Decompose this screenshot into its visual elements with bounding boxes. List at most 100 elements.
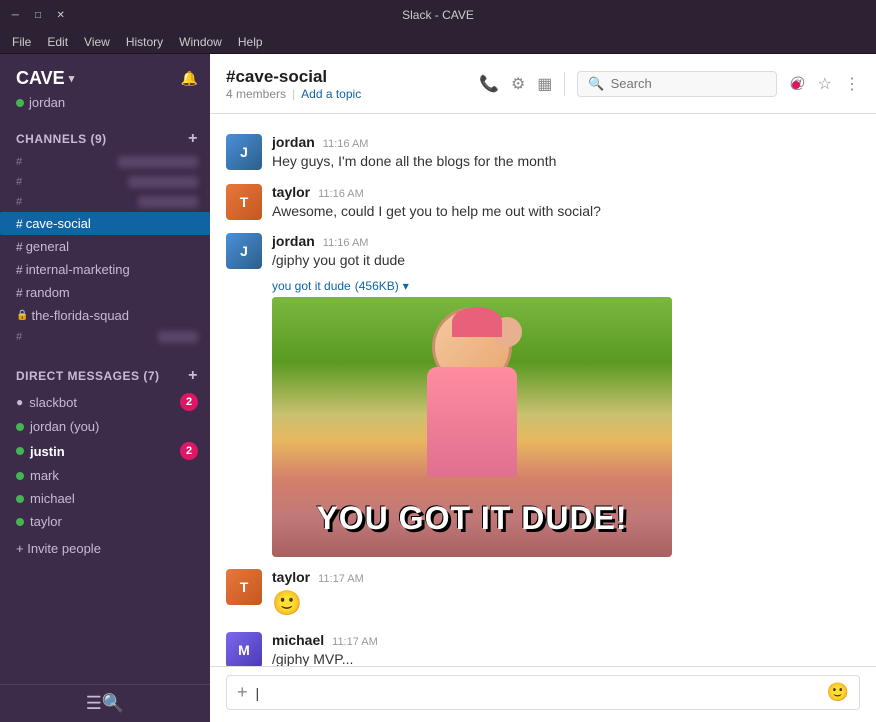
unread-badge: 2 [180,442,198,460]
message-author: taylor [272,569,310,585]
add-dm-button[interactable]: + [188,367,198,385]
avatar: T [226,184,262,220]
sidebar: CAVE ▾ 🔔 jordan CHANNELS (9) + # # [0,54,210,722]
bell-icon[interactable]: 🔔 [181,70,198,87]
search-bar[interactable]: 🔍 [577,71,777,97]
gif-label[interactable]: you got it dude (456KB) ▾ [272,279,860,293]
titlebar: ─ □ ✕ Slack - CAVE [0,0,876,30]
dm-name: taylor [30,514,62,529]
search-icon: 🔍 [588,76,604,92]
messages-area: J jordan 11:16 AM Hey guys, I'm done all… [210,114,876,666]
channel-meta: 4 members | Add a topic [226,87,467,101]
avatar: M [226,632,262,666]
menu-help[interactable]: Help [230,33,271,51]
gif-dropdown-icon[interactable]: ▾ [403,279,409,293]
mention-button[interactable]: @ [789,75,805,93]
message-row: J jordan 11:16 AM Hey guys, I'm done all… [210,130,876,176]
dm-name: michael [30,491,75,506]
menu-view[interactable]: View [76,33,118,51]
message-author: michael [272,632,324,648]
blurred-channel [118,156,198,168]
avatar: J [226,134,262,170]
dm-label: DIRECT MESSAGES (7) [16,369,160,383]
add-attachment-button[interactable]: + [237,682,248,703]
online-dot [16,495,24,503]
app-body: CAVE ▾ 🔔 jordan CHANNELS (9) + # # [0,54,876,722]
settings-icon[interactable]: ⚙ [511,74,525,94]
message-input[interactable] [256,685,819,701]
dm-michael[interactable]: michael [0,487,210,510]
notification-dot [792,81,800,89]
invite-people-link[interactable]: + Invite people [0,533,210,564]
menu-edit[interactable]: Edit [39,33,76,51]
message-time: 11:16 AM [323,237,369,249]
list-item[interactable]: # [0,172,210,192]
dm-jordan[interactable]: jordan (you) [0,415,210,438]
channel-name: cave-social [26,216,91,231]
channel-list: # # # # cave-social # general [0,152,210,351]
dm-justin[interactable]: justin 2 [0,438,210,464]
channel-title-area: #cave-social 4 members | Add a topic [226,67,467,101]
sidebar-search-icon[interactable]: ☰🔍 [86,693,125,714]
star-icon[interactable]: ☆ [818,74,832,94]
blurred-channel [128,176,198,188]
message-row: T taylor 11:17 AM 🙂 [210,565,876,625]
dm-name: slackbot [29,395,77,410]
message-author: jordan [272,134,315,150]
list-item[interactable]: # [0,327,210,347]
online-dot [16,423,24,431]
emoji-picker-button[interactable]: 🙂 [827,682,849,703]
sidebar-item-internal-marketing[interactable]: # internal-marketing [0,258,210,281]
hash-icon: # [16,286,23,300]
message-body: taylor 11:16 AM Awesome, could I get you… [272,184,860,222]
workspace-name[interactable]: CAVE ▾ [16,68,74,89]
add-topic-link[interactable]: Add a topic [301,87,361,101]
dm-taylor[interactable]: taylor [0,510,210,533]
message-author: taylor [272,184,310,200]
message-input-box: + 🙂 [226,675,860,710]
window-title: Slack - CAVE [68,8,808,22]
header-icons: 📞 ⚙ ▦ 🔍 @ ☆ ⋮ [479,71,860,97]
search-input[interactable] [611,76,751,91]
sidebar-item-random[interactable]: # random [0,281,210,304]
minimize-button[interactable]: ─ [8,7,23,23]
user-status-dot [16,99,24,107]
message-text: Hey guys, I'm done all the blogs for the… [272,152,860,172]
dm-section: DIRECT MESSAGES (7) + ● slackbot 2 jorda… [0,359,210,533]
menu-file[interactable]: File [4,33,39,51]
dm-slackbot[interactable]: ● slackbot 2 [0,389,210,415]
gif-overlay-text: YOU GOT IT DUDE! [272,500,672,537]
online-dot [16,447,24,455]
message-input-area: + 🙂 [210,666,876,722]
gif-attachment: you got it dude (456KB) ▾ [272,279,860,557]
workspace-chevron-icon: ▾ [69,72,75,85]
hash-icon: # [16,240,23,254]
channel-name: random [26,285,70,300]
menu-history[interactable]: History [118,33,171,51]
channel-name-heading: #cave-social [226,67,467,87]
layout-icon[interactable]: ▦ [537,74,552,94]
maximize-button[interactable]: □ [31,7,46,23]
dm-mark[interactable]: mark [0,464,210,487]
member-count: 4 members [226,87,286,101]
message-body: michael 11:17 AM /giphy MVP... [272,632,860,666]
main-content: #cave-social 4 members | Add a topic 📞 ⚙… [210,54,876,722]
list-item[interactable]: # [0,192,210,212]
message-row: T taylor 11:16 AM Awesome, could I get y… [210,180,876,226]
sidebar-item-general[interactable]: # general [0,235,210,258]
close-button[interactable]: ✕ [53,7,68,23]
hash-icon: # [16,217,23,231]
message-time: 11:16 AM [318,188,364,200]
dm-section-header: DIRECT MESSAGES (7) + [0,359,210,389]
menu-window[interactable]: Window [171,33,230,51]
list-item[interactable]: # [0,152,210,172]
add-channel-button[interactable]: + [188,130,198,148]
sidebar-item-cave-social[interactable]: # cave-social [0,212,210,235]
dm-name: mark [30,468,59,483]
blurred-channel [138,196,198,208]
more-options-icon[interactable]: ⋮ [844,74,860,94]
sidebar-item-florida-squad[interactable]: 🔒 the-florida-squad [0,304,210,327]
channels-section-header: CHANNELS (9) + [0,122,210,152]
phone-icon[interactable]: 📞 [479,74,499,94]
username-label: jordan [29,95,65,110]
